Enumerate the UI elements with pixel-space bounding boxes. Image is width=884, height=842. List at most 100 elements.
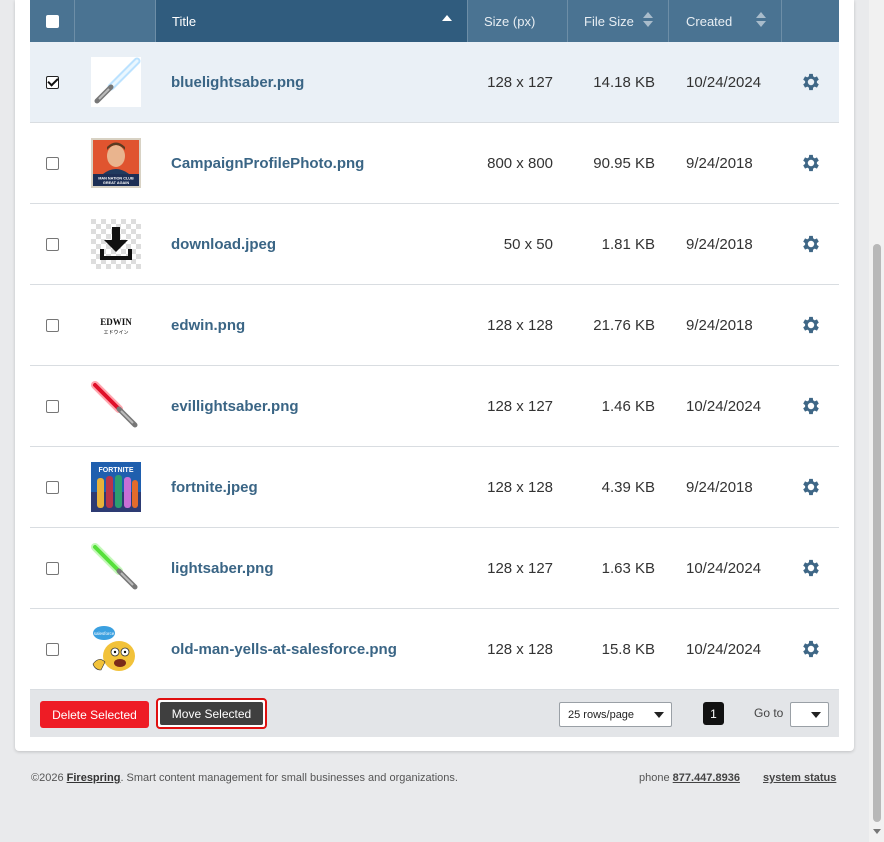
thumbnail-text: salesforce <box>93 631 114 636</box>
row-checkbox[interactable] <box>46 237 59 251</box>
red-lightsaber-thumbnail[interactable] <box>90 381 141 431</box>
gear-icon[interactable] <box>800 476 822 498</box>
firespring-link[interactable]: Firespring <box>67 772 121 784</box>
header-created[interactable]: Created <box>669 0 782 42</box>
header-title[interactable]: Title <box>156 0 468 42</box>
created-date: 10/24/2024 <box>686 640 762 658</box>
file-title-link[interactable]: bluelightsaber.png <box>156 74 468 91</box>
blue-lightsaber-thumbnail[interactable] <box>90 57 141 107</box>
created-date: 10/24/2024 <box>686 559 762 577</box>
goto-page-select[interactable] <box>790 702 829 727</box>
edwin-logo-thumbnail[interactable]: EDWIN エドウイン <box>90 300 141 350</box>
header-thumbnail-cell <box>75 0 156 42</box>
file-title-link[interactable]: evillightsaber.png <box>156 398 468 415</box>
row-checkbox[interactable] <box>46 318 59 332</box>
file-size: 14.18 KB <box>593 73 655 91</box>
row-checkbox[interactable] <box>46 399 59 413</box>
gear-icon[interactable] <box>800 314 822 336</box>
gear-icon[interactable] <box>800 152 822 174</box>
created-date: 10/24/2024 <box>686 73 762 91</box>
row-checkbox[interactable] <box>46 561 59 575</box>
row-checkbox[interactable] <box>46 156 59 170</box>
row-checkbox[interactable] <box>46 480 59 494</box>
image-dimensions: 128 x 127 <box>487 559 553 577</box>
system-status-link[interactable]: system status <box>763 772 836 784</box>
gear-icon[interactable] <box>800 557 822 579</box>
table-header: Title Size (px) File Size Created <box>30 0 839 42</box>
table-row[interactable]: EDWIN エドウイン edwin.png 128 x 128 21.76 KB… <box>30 285 839 366</box>
header-title-label: Title <box>172 13 197 29</box>
old-man-cartoon-thumbnail[interactable]: salesforce <box>90 624 141 674</box>
created-date: 9/24/2018 <box>686 316 753 334</box>
chevron-down-icon <box>654 712 664 718</box>
row-checkbox[interactable] <box>46 642 59 656</box>
thumbnail-text: GREAT AGAIN <box>102 181 128 185</box>
file-title-link[interactable]: old-man-yells-at-salesforce.png <box>156 641 468 658</box>
file-title-link[interactable]: fortnite.jpeg <box>156 479 468 496</box>
image-dimensions: 128 x 128 <box>487 316 553 334</box>
goto-label: Go to <box>754 706 784 720</box>
phone-label: phone <box>639 772 673 784</box>
download-icon-thumbnail[interactable] <box>90 219 141 269</box>
rows-per-page-select[interactable]: 25 rows/page <box>559 702 672 727</box>
delete-selected-button[interactable]: Delete Selected <box>40 701 149 728</box>
file-size: 4.39 KB <box>601 478 655 496</box>
thumbnail-text: エドウイン <box>103 329 128 336</box>
gear-icon[interactable] <box>800 233 822 255</box>
table-row[interactable]: lightsaber.png 128 x 127 1.63 KB 10/24/2… <box>30 528 839 609</box>
move-selected-button[interactable]: Move Selected <box>156 698 267 729</box>
campaign-photo-thumbnail[interactable]: MAN NATION CLUB GREAT AGAIN <box>90 138 141 188</box>
fortnite-thumbnail[interactable]: FORTNITE <box>90 462 141 512</box>
file-title-link[interactable]: download.jpeg <box>156 236 468 253</box>
thumbnail-text: EDWIN <box>100 317 132 327</box>
header-size[interactable]: Size (px) <box>468 0 568 42</box>
chevron-down-icon <box>811 712 821 718</box>
header-file-size[interactable]: File Size <box>568 0 669 42</box>
scrollbar-thumb[interactable] <box>873 244 881 822</box>
scrollbar[interactable] <box>869 0 884 842</box>
image-dimensions: 800 x 800 <box>487 154 553 172</box>
header-size-label: Size (px) <box>484 13 536 29</box>
file-size: 1.81 KB <box>601 235 655 253</box>
file-table-body: bluelightsaber.png 128 x 127 14.18 KB 10… <box>30 42 839 690</box>
scroll-down-arrow-icon[interactable] <box>873 829 881 834</box>
file-title-link[interactable]: lightsaber.png <box>156 560 468 577</box>
thumbnail-text: MAN NATION CLUB <box>98 177 134 181</box>
image-dimensions: 128 x 128 <box>487 640 553 658</box>
rows-per-page-value: 25 rows/page <box>568 708 635 721</box>
header-file-size-label: File Size <box>584 13 634 29</box>
sort-icon <box>643 12 653 28</box>
row-checkbox[interactable] <box>46 75 59 89</box>
gear-icon[interactable] <box>800 71 822 93</box>
image-dimensions: 128 x 127 <box>487 397 553 415</box>
table-row[interactable]: salesforce old-man-yells-at-salesforce.p… <box>30 609 839 690</box>
created-date: 9/24/2018 <box>686 235 753 253</box>
file-size: 1.63 KB <box>601 559 655 577</box>
header-select-cell <box>30 0 75 42</box>
gear-icon[interactable] <box>800 395 822 417</box>
phone-line: phone 877.447.8936 <box>639 772 740 784</box>
table-row[interactable]: evillightsaber.png 128 x 127 1.46 KB 10/… <box>30 366 839 447</box>
image-dimensions: 50 x 50 <box>503 235 553 253</box>
green-lightsaber-thumbnail[interactable] <box>90 543 141 593</box>
image-dimensions: 128 x 127 <box>487 73 553 91</box>
created-date: 9/24/2018 <box>686 478 753 496</box>
page-number-current[interactable]: 1 <box>703 702 724 725</box>
file-title-link[interactable]: CampaignProfilePhoto.png <box>156 155 468 172</box>
thumbnail-text: FORTNITE <box>98 467 133 474</box>
table-row[interactable]: download.jpeg 50 x 50 1.81 KB 9/24/2018 <box>30 204 839 285</box>
phone-number-link[interactable]: 877.447.8936 <box>673 772 740 784</box>
file-size: 15.8 KB <box>601 640 655 658</box>
file-size: 1.46 KB <box>601 397 655 415</box>
file-title-link[interactable]: edwin.png <box>156 317 468 334</box>
copyright-line: ©2026 Firespring. Smart content manageme… <box>31 772 458 784</box>
created-date: 9/24/2018 <box>686 154 753 172</box>
table-row[interactable]: MAN NATION CLUB GREAT AGAIN CampaignProf… <box>30 123 839 204</box>
sort-icon <box>756 12 766 28</box>
created-date: 10/24/2024 <box>686 397 762 415</box>
table-row[interactable]: FORTNITE fortnite.jpeg 128 x 128 4.39 KB… <box>30 447 839 528</box>
gear-icon[interactable] <box>800 638 822 660</box>
select-all-checkbox[interactable] <box>45 14 59 28</box>
tagline: . Smart content management for small bus… <box>120 772 458 784</box>
table-row[interactable]: bluelightsaber.png 128 x 127 14.18 KB 10… <box>30 42 839 123</box>
